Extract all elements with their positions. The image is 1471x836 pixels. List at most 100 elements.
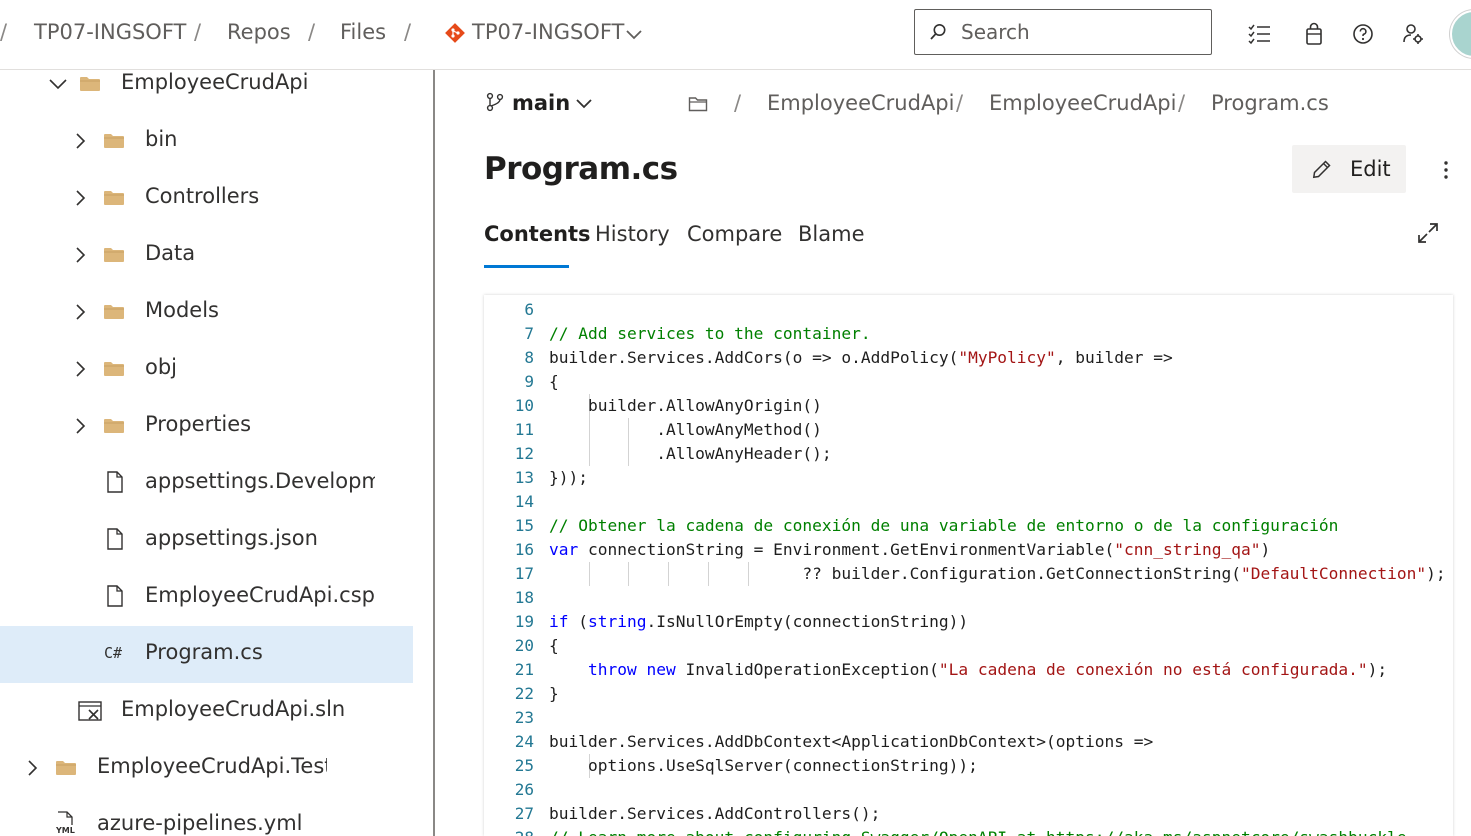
- sidebar-item[interactable]: EmployeeCrudApi.Tests: [0, 740, 413, 797]
- chevron-down-icon[interactable]: [48, 76, 67, 96]
- tab-contents[interactable]: Contents: [484, 222, 591, 246]
- chevron-right-icon[interactable]: [72, 245, 88, 265]
- code-text: .AllowAnyHeader();: [549, 442, 831, 466]
- code-line: 19 if (string.IsNullOrEmpty(connectionStr…: [484, 610, 1453, 634]
- code-line: 20 {: [484, 634, 1453, 658]
- breadcrumb-project[interactable]: TP07-INGSOFT: [34, 20, 186, 44]
- sidebar-divider[interactable]: [433, 70, 435, 836]
- sidebar-item-label: Controllers: [145, 184, 260, 208]
- line-number: 25: [514, 756, 534, 775]
- help-icon[interactable]: [1351, 22, 1375, 46]
- folder-icon: [104, 247, 124, 267]
- shopping-bag-icon[interactable]: [1302, 22, 1326, 46]
- avatar[interactable]: [1450, 10, 1471, 58]
- folder-outline-icon[interactable]: [688, 95, 708, 113]
- sidebar-item-label: bin: [145, 127, 178, 151]
- sidebar-item[interactable]: EmployeeCrudApi: [0, 70, 413, 113]
- chevron-right-icon[interactable]: [72, 131, 88, 151]
- sidebar-item-label: Models: [145, 298, 219, 322]
- path-item-current[interactable]: Program.cs: [1211, 91, 1329, 115]
- code-token: builder.Services.AddCors(o => o.AddPolic…: [549, 348, 959, 367]
- line-number: 21: [514, 660, 534, 679]
- search-box[interactable]: [914, 9, 1212, 55]
- sidebar-item-label: azure-pipelines.yml: [97, 811, 303, 835]
- code-token: {: [549, 636, 559, 655]
- sidebar-item[interactable]: YML azure-pipelines.yml: [0, 797, 413, 836]
- code-line: 27 builder.Services.AddControllers();: [484, 802, 1453, 826]
- breadcrumb-separator: /: [404, 20, 412, 44]
- code-token: ): [1260, 540, 1271, 559]
- task-list-icon[interactable]: [1247, 22, 1271, 46]
- code-text: builder.Services.AddCors(o => o.AddPolic…: [549, 346, 1173, 370]
- chevron-right-icon[interactable]: [72, 302, 88, 322]
- sidebar-item[interactable]: EmployeeCrudApi.sln: [0, 683, 413, 740]
- branch-icon: [486, 92, 504, 112]
- search-input[interactable]: [961, 16, 1201, 48]
- code-token: new: [646, 660, 676, 679]
- fullscreen-icon[interactable]: [1416, 221, 1440, 245]
- breadcrumb-separator: /: [0, 20, 8, 44]
- chevron-down-icon[interactable]: [624, 24, 644, 44]
- svg-text:YML: YML: [56, 826, 75, 835]
- branch-selector[interactable]: main: [512, 91, 570, 115]
- code-token: var: [549, 540, 579, 559]
- code-token: if: [549, 612, 569, 631]
- sidebar-item[interactable]: C# Program.cs: [0, 626, 413, 683]
- line-number: 15: [514, 516, 534, 535]
- code-text: options.UseSqlServer(connectionString));: [549, 754, 978, 778]
- code-line: 14: [484, 490, 1453, 514]
- code-text: {: [549, 634, 559, 658]
- pencil-icon: [1312, 160, 1331, 179]
- search-icon: [930, 24, 946, 40]
- code-line: 23: [484, 706, 1453, 730]
- code-text: if (string.IsNullOrEmpty(connectionStrin…: [549, 610, 968, 634]
- sidebar-item[interactable]: Controllers: [0, 170, 413, 227]
- line-number: 18: [514, 588, 534, 607]
- breadcrumb-repos[interactable]: Repos: [227, 20, 291, 44]
- code-text: }));: [549, 466, 588, 490]
- chevron-right-icon[interactable]: [72, 188, 88, 208]
- sidebar-item[interactable]: EmployeeCrudApi.cspr: [0, 569, 413, 626]
- folder-icon: [104, 133, 124, 153]
- code-token: string: [588, 612, 647, 631]
- sidebar-item[interactable]: bin: [0, 113, 413, 170]
- code-token: );: [1367, 660, 1388, 679]
- sidebar-item[interactable]: Properties: [0, 398, 413, 455]
- code-line: 15 // Obtener la cadena de conexión de un…: [484, 514, 1453, 538]
- chevron-right-icon[interactable]: [72, 359, 88, 379]
- more-options-icon[interactable]: [1436, 156, 1456, 184]
- path-item[interactable]: EmployeeCrudApi: [989, 91, 1176, 115]
- file-tree-sidebar: EmployeeCrudApi bin Controllers Data Models o…: [0, 70, 413, 836]
- chevron-right-icon[interactable]: [24, 758, 40, 778]
- tab-compare[interactable]: Compare: [687, 222, 782, 246]
- breadcrumb-files[interactable]: Files: [340, 20, 386, 44]
- user-settings-icon[interactable]: [1401, 22, 1425, 46]
- sidebar-item[interactable]: appsettings.json: [0, 512, 413, 569]
- code-token: options.UseSqlServer(connectionString));: [549, 756, 978, 775]
- file-icon: [106, 528, 124, 554]
- code-line: 8 builder.Services.AddCors(o => o.AddPoli…: [484, 346, 1453, 370]
- line-number: 19: [514, 612, 534, 631]
- line-number: 22: [514, 684, 534, 703]
- file-icon: [106, 471, 124, 497]
- sidebar-item[interactable]: Data: [0, 227, 413, 284]
- folder-icon: [80, 76, 100, 96]
- tab-history[interactable]: History: [595, 222, 670, 246]
- sidebar-item[interactable]: appsettings.Developm: [0, 455, 413, 512]
- breadcrumb-repo-selector[interactable]: TP07-INGSOFT: [472, 20, 624, 44]
- git-repo-icon: [445, 23, 465, 43]
- code-token: }));: [549, 468, 588, 487]
- path-item[interactable]: EmployeeCrudApi: [767, 91, 954, 115]
- chevron-down-icon[interactable]: [574, 96, 594, 112]
- tab-blame[interactable]: Blame: [798, 222, 865, 246]
- edit-button[interactable]: Edit: [1292, 145, 1406, 193]
- code-line: 10 builder.AllowAnyOrigin(): [484, 394, 1453, 418]
- code-lines: 5var builder = WebApplication.CreateBuil…: [484, 295, 1453, 836]
- sidebar-item[interactable]: Models: [0, 284, 413, 341]
- sidebar-item[interactable]: obj: [0, 341, 413, 398]
- code-viewer[interactable]: 5var builder = WebApplication.CreateBuil…: [484, 295, 1453, 836]
- chevron-right-icon[interactable]: [72, 416, 88, 436]
- line-number: 27: [514, 804, 534, 823]
- folder-icon: [104, 361, 124, 381]
- edit-button-label: Edit: [1350, 157, 1391, 181]
